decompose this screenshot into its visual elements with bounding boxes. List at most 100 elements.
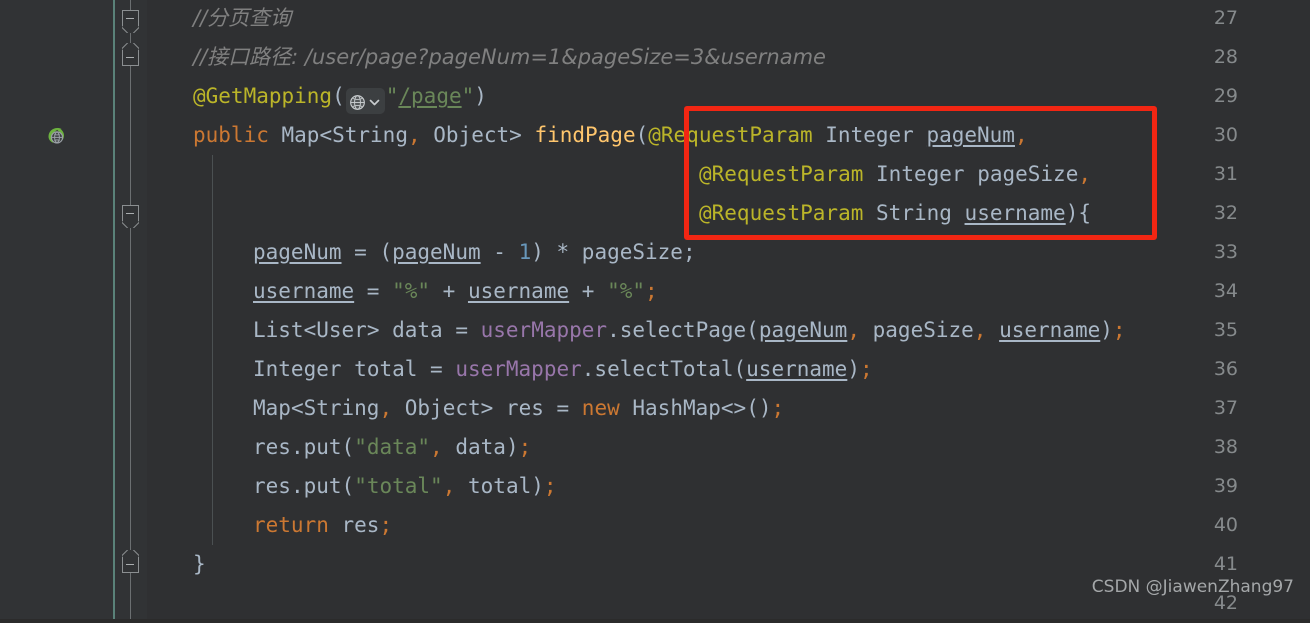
code-line[interactable]: @RequestParam String username){ bbox=[699, 194, 1091, 233]
line-number: 36 bbox=[1213, 358, 1238, 380]
code-line[interactable]: res.put("total", total); bbox=[253, 467, 557, 506]
spring-web-mapping-icon[interactable] bbox=[44, 124, 68, 148]
code-token: username bbox=[999, 318, 1101, 342]
code-token: ( bbox=[332, 84, 345, 108]
code-token: > bbox=[366, 318, 393, 342]
code-token: pageNum bbox=[392, 240, 481, 264]
code-token: Map bbox=[281, 123, 320, 147]
code-token: /page bbox=[398, 84, 462, 108]
code-line[interactable]: username = "%" + username + "%"; bbox=[253, 272, 658, 311]
code-token: total bbox=[468, 474, 532, 498]
code-line[interactable]: Map<String, Object> res = new HashMap<>(… bbox=[253, 389, 784, 428]
code-token: Integer bbox=[825, 123, 914, 147]
globe-icon bbox=[349, 94, 365, 110]
code-line[interactable]: @RequestParam Integer pageSize, bbox=[699, 155, 1091, 194]
line-number: 34 bbox=[1213, 280, 1238, 302]
fold-marker-down[interactable] bbox=[122, 10, 139, 27]
code-line[interactable]: List<User> data = userMapper.selectPage(… bbox=[253, 311, 1126, 350]
code-token: HashMap bbox=[632, 396, 721, 420]
code-folding-gutter[interactable] bbox=[115, 0, 147, 619]
code-line[interactable]: } bbox=[193, 545, 206, 584]
code-token: , bbox=[407, 123, 421, 147]
code-token: selectPage bbox=[619, 318, 747, 342]
code-token: put bbox=[303, 435, 342, 459]
code-token: String bbox=[332, 123, 408, 147]
code-token: = bbox=[354, 279, 393, 303]
fold-marker-tip bbox=[122, 26, 139, 33]
code-token: pageSize bbox=[977, 162, 1079, 186]
code-token: res bbox=[341, 513, 380, 537]
line-number: 28 bbox=[1213, 46, 1238, 68]
code-token: > bbox=[480, 396, 506, 420]
code-token: = bbox=[442, 318, 481, 342]
code-token: ) bbox=[474, 84, 487, 108]
code-token: findPage bbox=[534, 123, 636, 147]
code-token: ; bbox=[379, 513, 393, 537]
line-number: 35 bbox=[1213, 319, 1238, 341]
line-number: 29 bbox=[1213, 85, 1238, 107]
code-token: Object bbox=[433, 123, 510, 147]
code-token: res bbox=[505, 396, 544, 420]
code-token: ) bbox=[1065, 201, 1079, 225]
code-token: ( bbox=[733, 357, 747, 381]
code-token: "data" bbox=[354, 435, 431, 459]
editor-gutter[interactable] bbox=[0, 0, 113, 619]
code-token: . bbox=[290, 474, 304, 498]
code-token: ) * bbox=[531, 240, 582, 264]
code-token: //分页查询 bbox=[193, 6, 292, 30]
code-line[interactable]: res.put("data", data); bbox=[253, 428, 531, 467]
fold-marker-up[interactable] bbox=[122, 556, 139, 573]
code-token: "total" bbox=[354, 474, 443, 498]
code-token: ; bbox=[682, 240, 696, 264]
code-token: < bbox=[290, 396, 304, 420]
code-token: String bbox=[876, 201, 952, 225]
fold-marker-down[interactable] bbox=[122, 205, 139, 222]
code-token: ( bbox=[341, 435, 355, 459]
code-token: data bbox=[392, 318, 443, 342]
code-token: public bbox=[193, 123, 269, 147]
line-number: 27 bbox=[1213, 7, 1238, 29]
line-number: 37 bbox=[1213, 397, 1238, 419]
line-number: 30 bbox=[1213, 124, 1238, 146]
code-token: , bbox=[847, 318, 860, 342]
code-token: Integer bbox=[876, 162, 965, 186]
fold-spine bbox=[130, 0, 131, 619]
code-token: . bbox=[581, 357, 595, 381]
code-token: = bbox=[543, 396, 582, 420]
code-line[interactable]: //分页查询 bbox=[193, 0, 291, 38]
code-token: ) bbox=[505, 435, 519, 459]
code-line[interactable]: public Map<String, Object> findPage(@Req… bbox=[193, 116, 1028, 155]
code-line[interactable]: //接口路径: /user/page?pageNum=1&pageSize=3&… bbox=[193, 38, 826, 77]
code-token: > bbox=[509, 123, 535, 147]
code-token: ) bbox=[531, 474, 544, 498]
code-token: ) bbox=[847, 357, 860, 381]
line-number: 32 bbox=[1213, 202, 1238, 224]
url-endpoint-widget[interactable] bbox=[345, 88, 385, 114]
line-number: 40 bbox=[1213, 514, 1238, 536]
code-token: pageSize bbox=[581, 240, 683, 264]
code-token: , bbox=[973, 318, 987, 342]
code-token: "%" bbox=[392, 279, 431, 303]
code-line[interactable]: @GetMapping("/page") bbox=[193, 77, 487, 116]
code-token: ( bbox=[379, 240, 393, 264]
code-editor[interactable]: 27 28 29 30 31 32 33 34 35 36 37 38 39 40 41 42 //分页查询 /… bbox=[0, 0, 1310, 619]
code-token: ; bbox=[859, 357, 873, 381]
code-token: ; bbox=[1112, 318, 1126, 342]
code-line[interactable]: Integer total = userMapper.selectTotal(u… bbox=[253, 350, 873, 389]
code-token: ) bbox=[1100, 318, 1113, 342]
code-token: userMapper bbox=[480, 318, 608, 342]
code-line[interactable]: pageNum = (pageNum - 1) * pageSize; bbox=[253, 233, 696, 272]
code-token: ; bbox=[518, 435, 532, 459]
fold-marker-up[interactable] bbox=[122, 49, 139, 66]
code-line[interactable]: return res; bbox=[253, 506, 392, 545]
